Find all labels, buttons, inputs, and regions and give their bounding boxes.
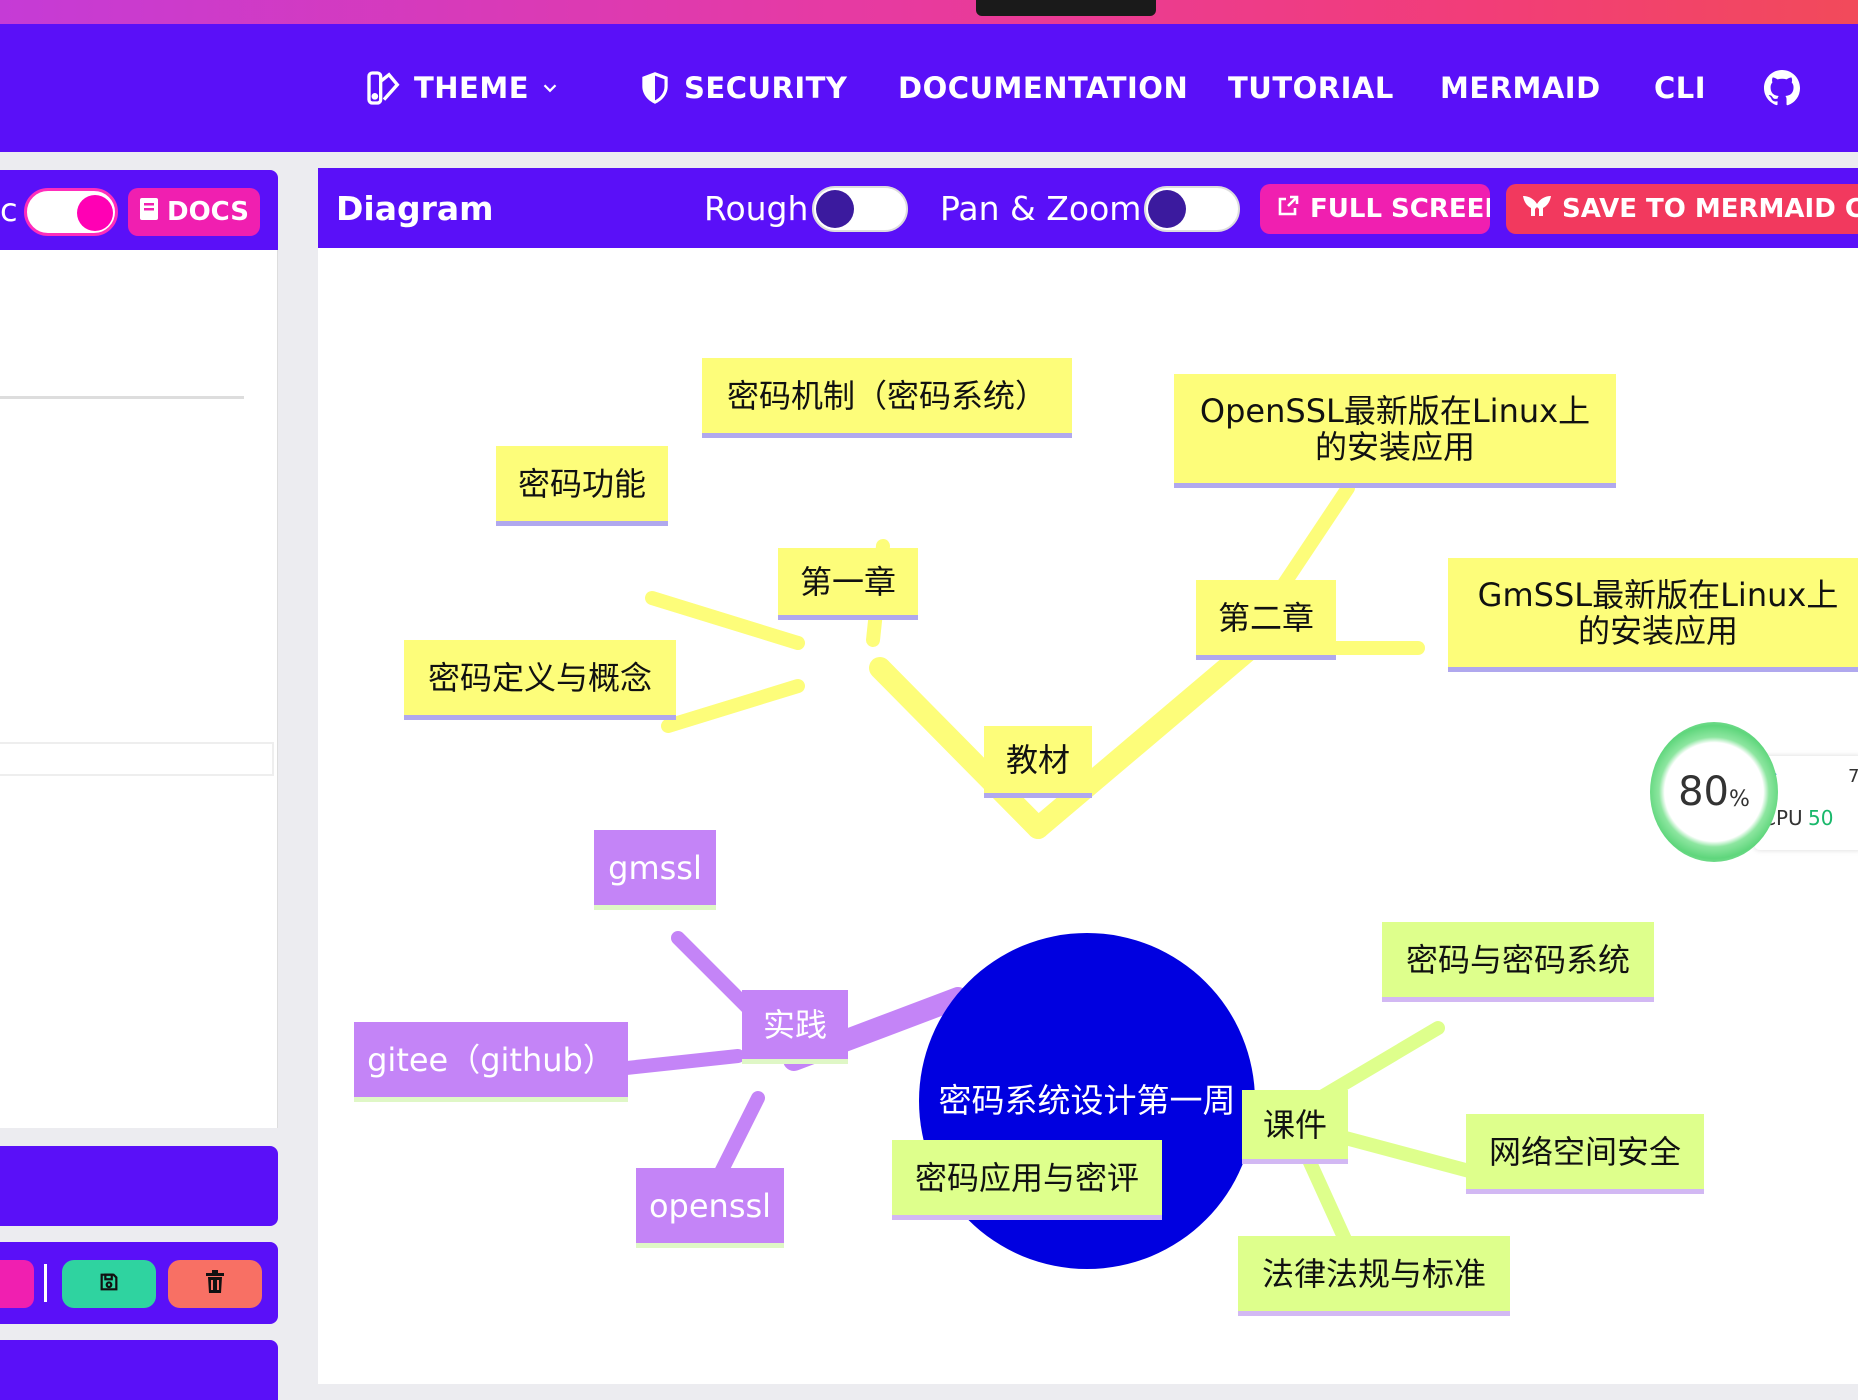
github-link[interactable] xyxy=(1764,24,1800,152)
cpu-gauge: 80% xyxy=(1650,722,1778,862)
node-crypto-application: 密码应用与密评 xyxy=(892,1140,1162,1220)
external-link-icon xyxy=(1276,194,1300,225)
mindmap-canvas[interactable]: 密码系统设计第一周 教材 第一章 密码机制（密码系统） 密码功能 密码定义与概念… xyxy=(318,248,1858,1384)
node-openssl: openssl xyxy=(636,1168,784,1248)
nav-security[interactable]: SECURITY xyxy=(636,24,847,152)
cpu-percent-unit: % xyxy=(1729,786,1750,812)
chevron-down-icon xyxy=(539,77,561,99)
pan-zoom-toggle-knob xyxy=(1148,190,1186,228)
theme-icon xyxy=(364,68,404,108)
cpu-percent: 80 xyxy=(1678,769,1729,815)
docs-button[interactable]: DOCS xyxy=(128,188,260,236)
delete-button[interactable] xyxy=(168,1260,262,1308)
book-icon xyxy=(139,197,159,228)
sync-toggle-knob xyxy=(77,195,113,231)
github-icon xyxy=(1764,70,1800,106)
cpu-value: 50 xyxy=(1808,806,1834,830)
node-courseware: 课件 xyxy=(1242,1090,1348,1164)
code-panel-header: c DOCS xyxy=(0,170,278,250)
node-gmssl-install: GmSSL最新版在Linux上的安装应用 xyxy=(1448,558,1858,672)
mermaid-logo-icon xyxy=(1522,194,1552,225)
diagram-panel: Diagram Rough Pan & Zoom FULL SCREEN SAV… xyxy=(318,168,1858,1384)
code-panel: c DOCS xyxy=(0,168,278,1400)
node-crypto-definition: 密码定义与概念 xyxy=(404,640,676,720)
actions-header xyxy=(0,1146,278,1226)
edge-ch1-definition xyxy=(661,679,805,733)
save-icon xyxy=(98,1271,120,1297)
diagram-title: Diagram xyxy=(336,188,494,228)
cpu-gauge-text: 80% xyxy=(1650,722,1778,862)
diagram-header: Diagram Rough Pan & Zoom FULL SCREEN SAV… xyxy=(318,168,1858,248)
node-gitee: gitee（github） xyxy=(354,1022,628,1102)
tab-strip-dark xyxy=(976,0,1156,16)
fullscreen-button[interactable]: FULL SCREEN xyxy=(1260,184,1490,234)
browser-top-strip xyxy=(0,0,1858,24)
actions-separator xyxy=(44,1264,47,1302)
node-crypto-system: 密码与密码系统 xyxy=(1382,922,1654,1002)
nav-documentation[interactable]: DOCUMENTATION xyxy=(898,24,1188,152)
nav-tutorial[interactable]: TUTORIAL xyxy=(1228,24,1394,152)
node-openssl-install: OpenSSL最新版在Linux上的安装应用 xyxy=(1174,374,1616,488)
cpu-monitor-widget[interactable]: ↑ 7 CPU 50 80% xyxy=(1650,722,1858,862)
node-textbook: 教材 xyxy=(984,726,1092,798)
node-crypto-mechanism: 密码机制（密码系统） xyxy=(702,358,1072,438)
pan-zoom-toggle[interactable] xyxy=(1144,186,1240,232)
panel-partial-label: c xyxy=(0,191,18,229)
sync-toggle[interactable] xyxy=(24,188,118,236)
node-law-standards: 法律法规与标准 xyxy=(1238,1236,1510,1316)
nav-documentation-label: DOCUMENTATION xyxy=(898,71,1189,105)
nav-tutorial-label: TUTORIAL xyxy=(1228,71,1394,105)
trash-icon xyxy=(204,1270,226,1298)
node-chapter2: 第二章 xyxy=(1196,580,1336,660)
cpu-top-value: 7 xyxy=(1848,766,1858,787)
edge-ch1-function xyxy=(645,591,805,650)
code-editor[interactable] xyxy=(0,250,278,1128)
actions-bar xyxy=(0,1242,278,1324)
editor-divider xyxy=(0,396,244,399)
shield-icon xyxy=(636,68,674,108)
bottom-panel-header xyxy=(0,1340,278,1400)
nav-theme[interactable]: THEME xyxy=(364,24,561,152)
nav-mermaid[interactable]: MERMAID xyxy=(1440,24,1601,152)
save-button[interactable] xyxy=(62,1260,156,1308)
node-chapter1: 第一章 xyxy=(778,548,918,620)
nav-theme-label: THEME xyxy=(414,71,530,105)
nav-security-label: SECURITY xyxy=(684,71,848,105)
top-nav: THEME SECURITY DOCUMENTATION TUTORIAL ME… xyxy=(0,24,1858,152)
nav-cli[interactable]: CLI xyxy=(1654,24,1706,152)
rough-label: Rough xyxy=(704,188,809,228)
nav-cli-label: CLI xyxy=(1654,71,1707,105)
rough-toggle[interactable] xyxy=(812,186,908,232)
partial-button[interactable] xyxy=(0,1260,34,1308)
node-cyberspace-security: 网络空间安全 xyxy=(1466,1114,1704,1194)
docs-label: DOCS xyxy=(167,197,249,227)
node-practice: 实践 xyxy=(742,990,848,1064)
save-to-mermaid-chart-button[interactable]: SAVE TO MERMAID CHA xyxy=(1506,184,1858,234)
nav-mermaid-label: MERMAID xyxy=(1440,71,1601,105)
node-gmssl: gmssl xyxy=(594,830,716,910)
fullscreen-label: FULL SCREEN xyxy=(1310,194,1490,224)
node-crypto-function: 密码功能 xyxy=(496,446,668,526)
save-to-mermaid-label: SAVE TO MERMAID CHA xyxy=(1562,194,1858,224)
editor-line-highlight xyxy=(0,742,274,776)
rough-toggle-knob xyxy=(816,190,854,228)
pan-zoom-label: Pan & Zoom xyxy=(940,188,1142,228)
